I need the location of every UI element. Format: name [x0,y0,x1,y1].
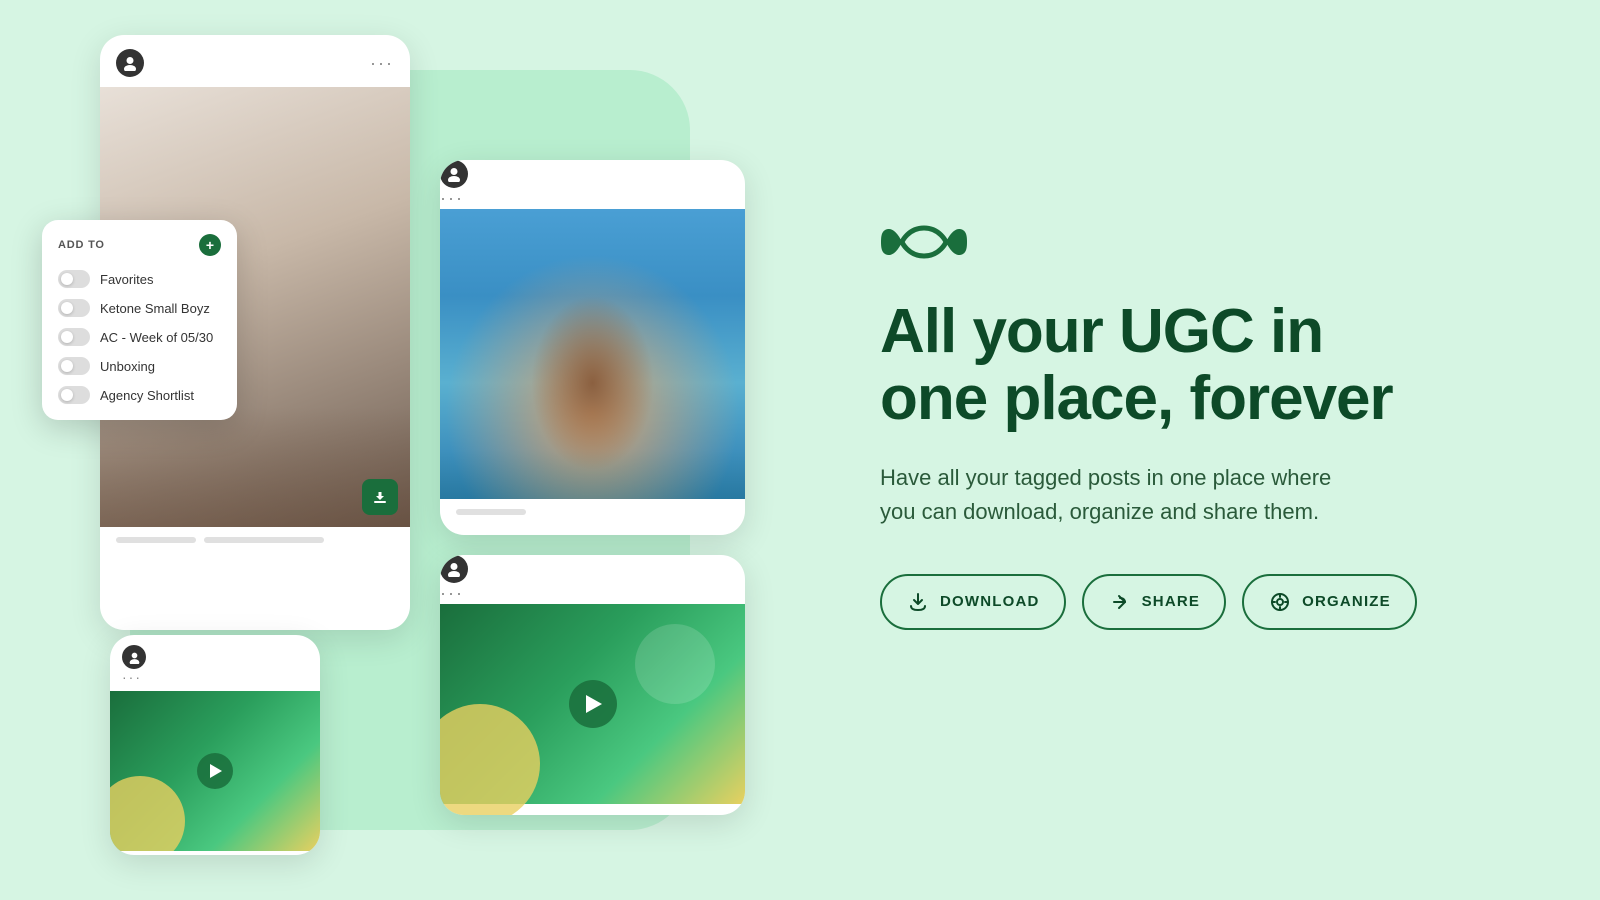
toggle-label: Ketone Small Boyz [100,301,210,316]
more-options-icon[interactable]: ··· [122,669,308,685]
add-to-header: ADD TO + [58,234,221,256]
more-options-icon[interactable]: ··· [370,53,394,74]
progress-bar [116,537,196,543]
bottom-left-card: ··· [110,635,320,855]
card-footer [100,527,410,553]
share-button[interactable]: SHARE [1082,574,1227,630]
play-button[interactable] [569,680,617,728]
toggle-ketone[interactable]: Ketone Small Boyz [58,299,221,317]
toggle-unboxing[interactable]: Unboxing [58,357,221,375]
add-to-dropdown: ADD TO + Favorites Ketone Small Boyz AC … [42,220,237,420]
post-image-abstract-small [110,691,320,851]
share-label: SHARE [1142,593,1201,610]
organize-button[interactable]: ORGANIZE [1242,574,1417,630]
mockup-area: ··· ADD TO + Favorites Ketone Smal [0,0,820,900]
organize-icon [1268,590,1292,614]
avatar [122,645,146,669]
subtext: Have all your tagged posts in one place … [880,461,1360,529]
card-header: ··· [440,160,745,209]
right-panel: All your UGC in one place, forever Have … [820,0,1600,900]
more-options-icon[interactable]: ··· [440,583,745,604]
progress-bar [456,509,526,515]
toggle-switch[interactable] [58,270,90,288]
post-image-abstract [440,604,745,804]
toggle-favorites[interactable]: Favorites [58,270,221,288]
toggle-switch[interactable] [58,357,90,375]
share-icon [1108,590,1132,614]
card-header: ··· [110,635,320,691]
toggle-label: Unboxing [100,359,155,374]
cta-buttons: DOWNLOAD SHARE ORGANIZE [880,574,1520,630]
add-new-icon[interactable]: + [199,234,221,256]
toggle-switch[interactable] [58,328,90,346]
download-icon [906,590,930,614]
top-right-card: ··· [440,160,745,535]
download-button[interactable]: DOWNLOAD [880,574,1066,630]
toggle-label: AC - Week of 05/30 [100,330,213,345]
card-header: ··· [440,555,745,604]
download-button[interactable] [362,479,398,515]
card-footer [440,499,745,525]
toggle-switch[interactable] [58,299,90,317]
organize-label: ORGANIZE [1302,593,1391,610]
toggle-label: Favorites [100,272,153,287]
post-image-woman [440,209,745,499]
toggle-ac-week[interactable]: AC - Week of 05/30 [58,328,221,346]
progress-bar [204,537,324,543]
infinity-logo [880,218,1520,271]
download-label: DOWNLOAD [940,593,1040,610]
card-header: ··· [100,35,410,87]
play-button[interactable] [197,753,233,789]
toggle-label: Agency Shortlist [100,388,194,403]
avatar [116,49,144,77]
toggle-agency[interactable]: Agency Shortlist [58,386,221,404]
more-options-icon[interactable]: ··· [440,188,745,209]
add-to-label: ADD TO [58,239,105,251]
headline: All your UGC in one place, forever [880,299,1520,433]
toggle-switch[interactable] [58,386,90,404]
bottom-right-card: ··· [440,555,745,815]
